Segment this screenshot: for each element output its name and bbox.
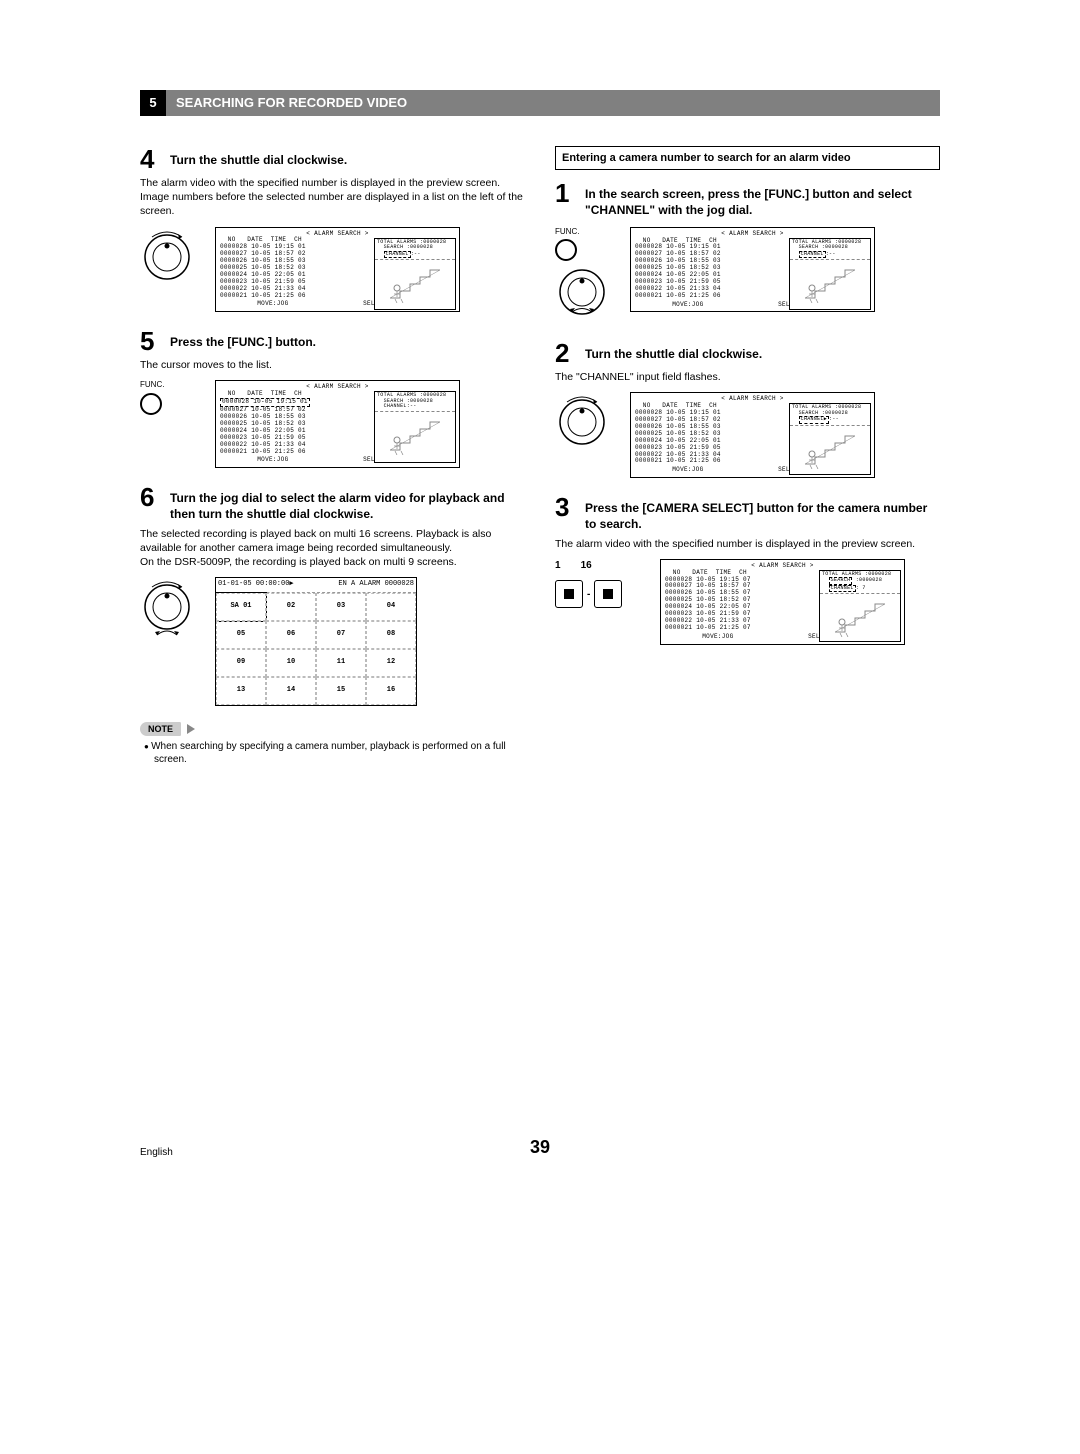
func-label: FUNC. <box>140 380 200 391</box>
grid-cell: 06 <box>266 621 316 649</box>
note-arrow-icon <box>187 724 195 734</box>
step-body: The cursor moves to the list. <box>140 358 525 372</box>
step-body: The "CHANNEL" input field flashes. <box>555 370 940 384</box>
page-footer: English 39 <box>140 1137 940 1158</box>
playback-timestamp: 01-01-05 00:00:00▶ <box>218 580 294 589</box>
shuttle-dial-icon <box>140 227 200 282</box>
step-1: 1 In the search screen, press the [FUNC.… <box>555 180 940 218</box>
note-list: When searching by specifying a camera nu… <box>154 740 525 767</box>
grid-cell: 02 <box>266 593 316 621</box>
grid-cell: 09 <box>216 649 266 677</box>
step-body: The alarm video with the specified numbe… <box>555 537 940 551</box>
step-3: 3 Press the [CAMERA SELECT] button for t… <box>555 494 940 532</box>
page-number: 39 <box>407 1137 674 1158</box>
step-body: On the DSR-5009P, the recording is playe… <box>140 555 525 569</box>
note-item: When searching by specifying a camera nu… <box>154 740 525 767</box>
step-2: 2 Turn the shuttle dial clockwise. <box>555 340 940 366</box>
manual-page: 5 SEARCHING FOR RECORDED VIDEO 4 Turn th… <box>140 90 940 1158</box>
step-title: Press the [CAMERA SELECT] button for the… <box>585 494 940 532</box>
func-jog-icon: FUNC. <box>555 227 615 325</box>
grid-cell: 12 <box>366 649 416 677</box>
grid-cell: 14 <box>266 677 316 705</box>
grid-cell: 05 <box>216 621 266 649</box>
step-title: In the search screen, press the [FUNC.] … <box>585 180 940 218</box>
step-title: Turn the shuttle dial clockwise. <box>585 340 762 366</box>
jog-shuttle-dial-icon <box>140 577 200 642</box>
step-5: 5 Press the [FUNC.] button. <box>140 328 525 354</box>
cam-label-16: 16 <box>581 559 592 573</box>
grid-cell: 13 <box>216 677 266 705</box>
section-header: 5 SEARCHING FOR RECORDED VIDEO <box>140 90 940 116</box>
step-number: 3 <box>555 494 585 532</box>
grid-cell: 04 <box>366 593 416 621</box>
alarm-search-screen: < ALARM SEARCH > NO DATE TIME CH 0000028… <box>660 559 905 645</box>
step-title: Turn the shuttle dial clockwise. <box>170 146 347 172</box>
grid-cell: 16 <box>366 677 416 705</box>
step-6: 6 Turn the jog dial to select the alarm … <box>140 484 525 522</box>
grid-cell: 08 <box>366 621 416 649</box>
note-label: NOTE <box>140 722 181 736</box>
step-number: 2 <box>555 340 585 366</box>
sub-heading: Entering a camera number to search for a… <box>555 146 940 170</box>
alarm-search-screen: < ALARM SEARCH > NO DATE TIME CH 0000028… <box>215 227 460 313</box>
camera-select-buttons-icon: 1 16 - <box>555 559 645 609</box>
func-label: FUNC. <box>555 227 615 238</box>
step-title: Turn the jog dial to select the alarm vi… <box>170 484 525 522</box>
multi16-screen: 01-01-05 00:00:00▶ EN A ALARM 0000028 SA… <box>215 577 417 705</box>
grid-cells: SA 01020304 05060708 09101112 13141516 <box>216 593 416 705</box>
alarm-search-screen: < ALARM SEARCH > NO DATE TIME CH 0000028… <box>215 380 460 468</box>
step-number: 4 <box>140 146 170 172</box>
grid-cell: 11 <box>316 649 366 677</box>
note-header: NOTE <box>140 722 525 736</box>
grid-cell: 15 <box>316 677 366 705</box>
func-button-icon: FUNC. <box>140 380 200 415</box>
grid-cell: SA 01 <box>216 593 266 621</box>
footer-language: English <box>140 1147 407 1158</box>
step-number: 6 <box>140 484 170 522</box>
grid-cell: 03 <box>316 593 366 621</box>
section-title: SEARCHING FOR RECORDED VIDEO <box>176 90 407 116</box>
playback-alarm-label: EN A ALARM 0000028 <box>338 580 414 589</box>
section-number: 5 <box>140 90 166 116</box>
step-body: Image numbers before the selected number… <box>140 190 525 218</box>
alarm-search-screen: < ALARM SEARCH > NO DATE TIME CH 0000028… <box>630 227 875 313</box>
grid-cell: 07 <box>316 621 366 649</box>
right-column: Entering a camera number to search for a… <box>555 146 940 767</box>
step-number: 1 <box>555 180 585 218</box>
cam-dash: - <box>587 588 590 602</box>
step-title: Press the [FUNC.] button. <box>170 328 316 354</box>
step-4: 4 Turn the shuttle dial clockwise. <box>140 146 525 172</box>
step-number: 5 <box>140 328 170 354</box>
shuttle-dial-icon <box>555 392 615 447</box>
step-body: The selected recording is played back on… <box>140 527 525 555</box>
step-body: The alarm video with the specified numbe… <box>140 176 525 190</box>
grid-cell: 10 <box>266 649 316 677</box>
left-column: 4 Turn the shuttle dial clockwise. The a… <box>140 146 525 767</box>
cam-label-1: 1 <box>555 559 561 573</box>
alarm-search-screen: < ALARM SEARCH > NO DATE TIME CH 0000028… <box>630 392 875 478</box>
